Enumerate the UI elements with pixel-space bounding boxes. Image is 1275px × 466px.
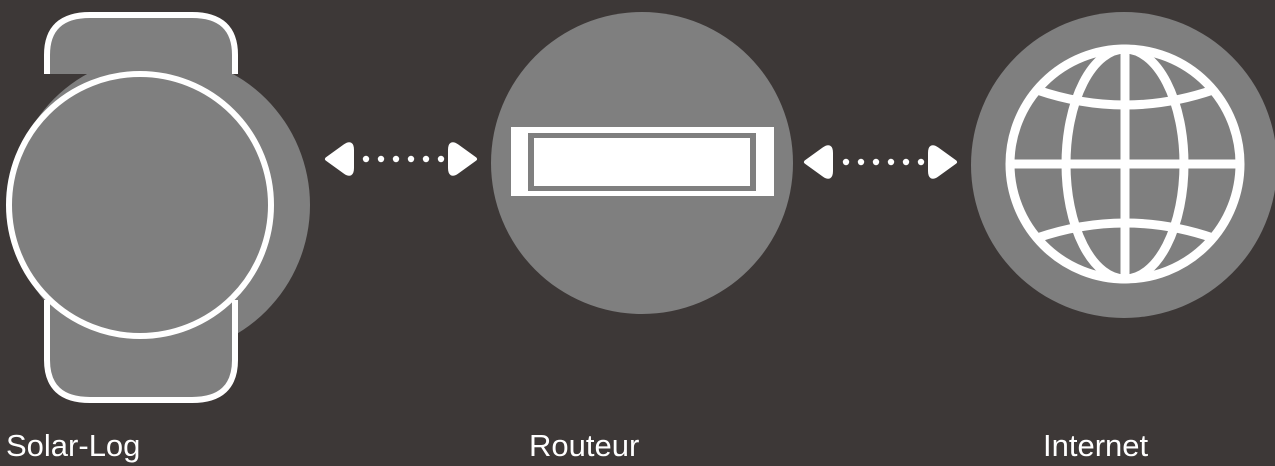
connection-arrow-solarlog-router — [325, 142, 477, 176]
solar-log-device-icon — [6, 12, 310, 403]
router-icon — [491, 12, 793, 314]
connection-arrow-router-internet — [804, 145, 957, 179]
network-diagram — [6, 12, 1275, 403]
solar-log-label: Solar-Log — [6, 428, 141, 463]
router-label: Routeur — [529, 428, 640, 463]
internet-label: Internet — [1043, 428, 1149, 463]
globe-icon — [971, 12, 1275, 318]
